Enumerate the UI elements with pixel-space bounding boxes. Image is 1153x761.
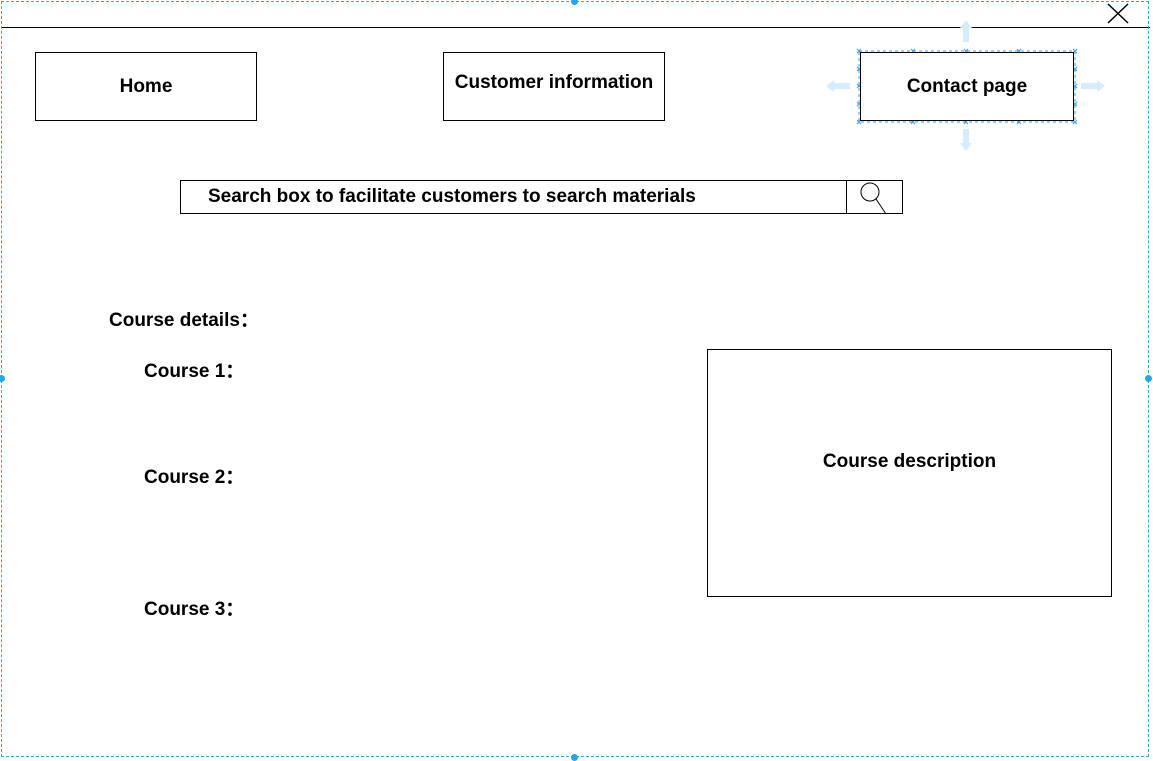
contact-page-label: Contact page: [906, 75, 1028, 97]
search-placeholder: Search box to facilitate customers to se…: [208, 186, 696, 207]
search-icon: [860, 182, 887, 215]
customer-information-button[interactable]: Customer information: [443, 52, 665, 121]
resize-handle-top[interactable]: [571, 0, 578, 5]
close-icon[interactable]: [1104, 1, 1130, 25]
course-description-panel: Course description: [707, 349, 1112, 597]
search-input[interactable]: Search box to facilitate customers to se…: [180, 180, 903, 215]
course-description-label: Course description: [822, 451, 997, 472]
contact-page-button[interactable]: Contact page: [860, 52, 1074, 121]
course-details-heading: Course details：: [109, 310, 259, 331]
course-2-label: Course 2：: [144, 467, 245, 488]
course-3-label: Course 3：: [144, 599, 245, 620]
home-button-label: Home: [119, 75, 173, 97]
resize-handle-right[interactable]: [1145, 375, 1152, 382]
resize-handle-bottom[interactable]: [571, 754, 578, 761]
course-1-label: Course 1：: [144, 361, 245, 382]
window-title-bar-divider: [2, 27, 1150, 28]
home-button[interactable]: Home: [35, 52, 257, 121]
search-button[interactable]: [846, 181, 902, 215]
customer-information-label: Customer information: [454, 72, 654, 93]
resize-handle-left[interactable]: [0, 375, 5, 382]
wireframe-canvas: Home Customer information Contact page S…: [0, 0, 1153, 761]
